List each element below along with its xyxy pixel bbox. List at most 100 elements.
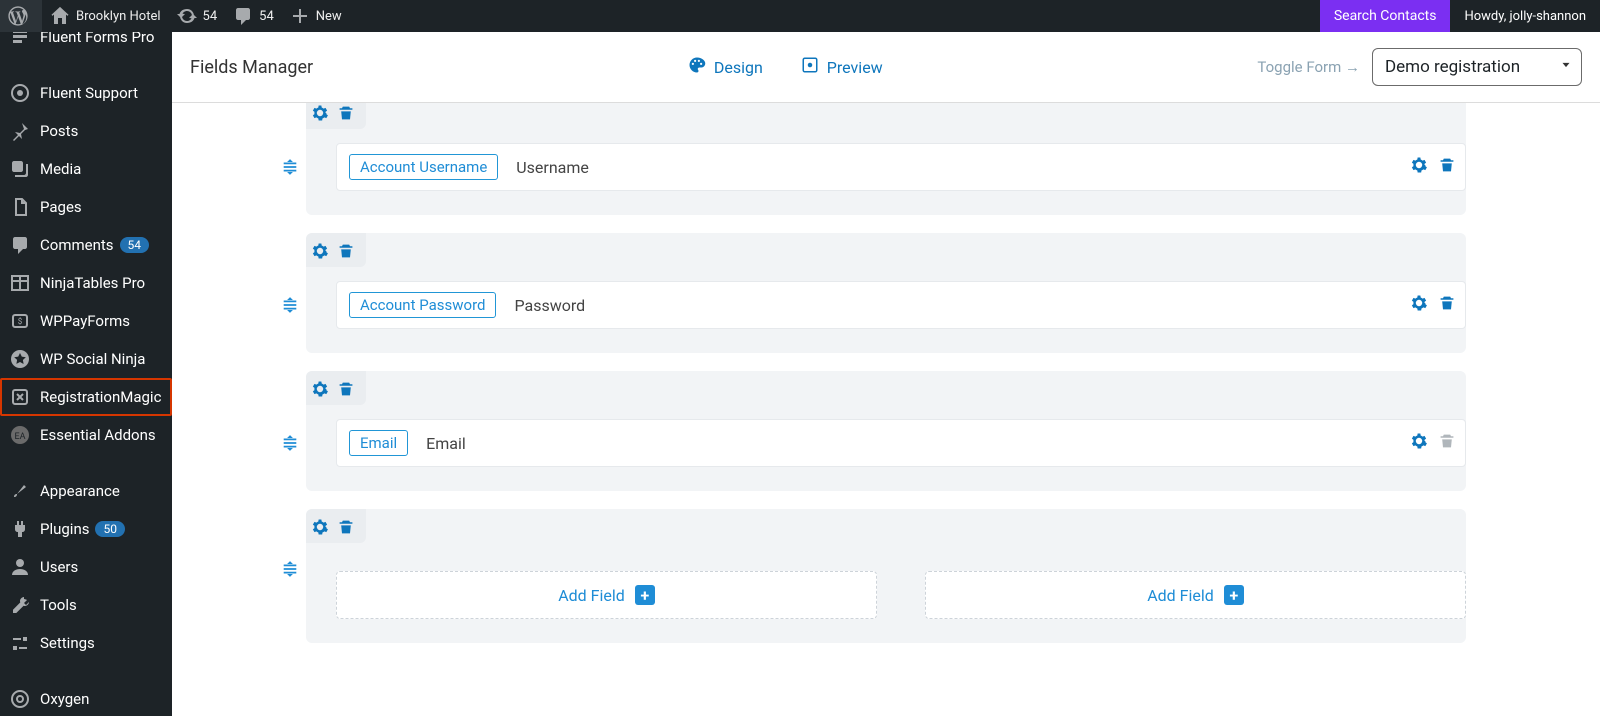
drag-handle[interactable]: [278, 557, 302, 581]
row-controls: [306, 103, 366, 129]
site-home[interactable]: Brooklyn Hotel: [42, 0, 169, 32]
page-icon: [10, 197, 30, 217]
field-settings-button[interactable]: [1411, 433, 1427, 453]
site-name: Brooklyn Hotel: [76, 9, 161, 24]
drag-handle[interactable]: [278, 155, 302, 179]
preview-icon: [801, 56, 819, 78]
drag-handle[interactable]: [278, 293, 302, 317]
search-contacts-button[interactable]: Search Contacts: [1320, 0, 1451, 32]
preview-link[interactable]: Preview: [801, 56, 883, 78]
star-icon: [10, 349, 30, 369]
sidebar-item-settings[interactable]: Settings: [0, 624, 172, 662]
plugins-badge: 50: [95, 521, 125, 537]
wordpress-icon: [8, 6, 28, 26]
field-type-chip: Account Username: [349, 154, 498, 180]
oxygen-icon: [10, 689, 30, 709]
sidebar-item-label: Plugins: [40, 520, 89, 538]
sidebar-item-users[interactable]: Users: [0, 548, 172, 586]
field-delete-button[interactable]: [1439, 295, 1455, 315]
updates[interactable]: 54: [169, 0, 226, 32]
row-settings-button[interactable]: [312, 243, 328, 263]
chevron-down-icon: [1559, 57, 1573, 77]
add-field-label: Add Field: [1147, 586, 1214, 605]
sidebar-item-registrationmagic[interactable]: RegistrationMagic: [0, 378, 172, 416]
row-settings-button[interactable]: [312, 381, 328, 401]
sidebar-item-oxygen[interactable]: Oxygen: [0, 680, 172, 716]
sidebar-item-label: Settings: [40, 634, 95, 652]
sidebar-item-tools[interactable]: Tools: [0, 586, 172, 624]
form-row: Account Username Username: [306, 103, 1466, 215]
add-field-label: Add Field: [558, 586, 625, 605]
wrench-icon: [10, 595, 30, 615]
field-settings-button[interactable]: [1411, 295, 1427, 315]
add-field-slot[interactable]: Add Field +: [336, 571, 877, 619]
sidebar-item-label: Tools: [40, 596, 77, 614]
field-label: Email: [426, 434, 466, 453]
sidebar-item-essential-addons[interactable]: EA Essential Addons: [0, 416, 172, 454]
field-delete-button: [1439, 433, 1455, 453]
sidebar-item-label: Pages: [40, 198, 82, 216]
design-link[interactable]: Design: [688, 56, 763, 78]
form-selector[interactable]: Demo registration: [1372, 48, 1582, 86]
update-icon: [177, 6, 197, 26]
plug-icon: [10, 519, 30, 539]
form-row: Account Password Password: [306, 233, 1466, 353]
account-greeting[interactable]: Howdy, jolly-shannon: [1450, 9, 1600, 24]
form-row: Email Email: [306, 371, 1466, 491]
sidebar-item-label: Users: [40, 558, 78, 576]
field-delete-button[interactable]: [1439, 157, 1455, 177]
sidebar-item-label: Oxygen: [40, 690, 89, 708]
sidebar-item-pages[interactable]: Pages: [0, 188, 172, 226]
row-delete-button[interactable]: [338, 105, 354, 125]
user-icon: [10, 557, 30, 577]
comments-count: 54: [259, 9, 274, 24]
table-icon: [10, 273, 30, 293]
row-delete-button[interactable]: [338, 243, 354, 263]
support-icon: [10, 83, 30, 103]
new-content[interactable]: New: [282, 0, 350, 32]
row-controls: [306, 509, 366, 543]
field-card[interactable]: Account Password Password: [336, 281, 1466, 329]
drag-handle[interactable]: [278, 431, 302, 455]
sidebar-item-label: RegistrationMagic: [40, 388, 161, 406]
row-settings-button[interactable]: [312, 519, 328, 539]
sidebar-item-label: WPPayForms: [40, 312, 130, 330]
sidebar-item-wppayforms[interactable]: $ WPPayForms: [0, 302, 172, 340]
wp-logo[interactable]: [0, 0, 42, 32]
page-header: Fields Manager Design Preview Toggle For…: [172, 32, 1600, 103]
sidebar-item-label: NinjaTables Pro: [40, 274, 145, 292]
field-card[interactable]: Email Email: [336, 419, 1466, 467]
sidebar-item-ninjatables[interactable]: NinjaTables Pro: [0, 264, 172, 302]
sidebar-item-label: WP Social Ninja: [40, 350, 145, 368]
comment-icon: [233, 6, 253, 26]
row-settings-button[interactable]: [312, 105, 328, 125]
sidebar-item-wp-social-ninja[interactable]: WP Social Ninja: [0, 340, 172, 378]
palette-icon: [688, 56, 706, 78]
row-delete-button[interactable]: [338, 519, 354, 539]
sidebar-item-fluent-forms-pro[interactable]: Fluent Forms Pro: [0, 32, 172, 56]
toggle-form-label: Toggle Form →: [1257, 58, 1360, 76]
page-title: Fields Manager: [190, 57, 313, 78]
form-row: Add Field + Add Field +: [306, 509, 1466, 643]
sidebar-item-posts[interactable]: Posts: [0, 112, 172, 150]
row-delete-button[interactable]: [338, 381, 354, 401]
sidebar-item-fluent-support[interactable]: Fluent Support: [0, 74, 172, 112]
comments-toolbar[interactable]: 54: [225, 0, 282, 32]
sidebar-item-plugins[interactable]: Plugins 50: [0, 510, 172, 548]
sidebar-item-media[interactable]: Media: [0, 150, 172, 188]
magic-icon: [10, 387, 30, 407]
field-settings-button[interactable]: [1411, 157, 1427, 177]
comment-icon: [10, 235, 30, 255]
updates-count: 54: [203, 9, 218, 24]
brush-icon: [10, 481, 30, 501]
comments-badge: 54: [120, 237, 150, 253]
sidebar-item-comments[interactable]: Comments 54: [0, 226, 172, 264]
field-card[interactable]: Account Username Username: [336, 143, 1466, 191]
pay-icon: $: [10, 311, 30, 331]
add-field-slot[interactable]: Add Field +: [925, 571, 1466, 619]
field-type-chip: Email: [349, 430, 408, 456]
sidebar-item-label: Comments: [40, 236, 114, 254]
admin-bar: Brooklyn Hotel 54 54 New Search Contacts…: [0, 0, 1600, 32]
sidebar-item-appearance[interactable]: Appearance: [0, 472, 172, 510]
selected-form-name: Demo registration: [1385, 57, 1520, 77]
